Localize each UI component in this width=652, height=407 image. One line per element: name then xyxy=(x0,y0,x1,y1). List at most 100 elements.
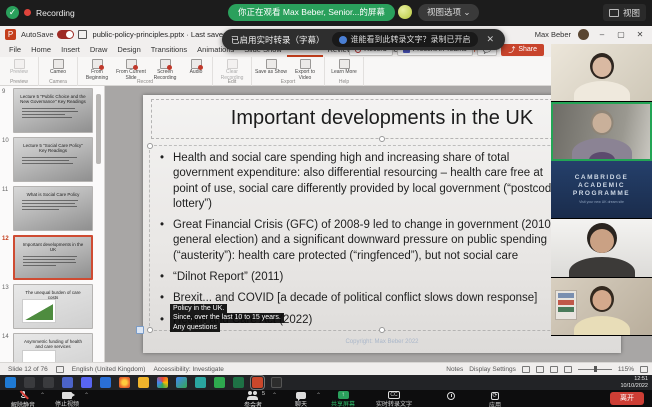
slide-thumbnail-11[interactable]: What is Social Care Policy xyxy=(13,186,93,231)
video-options-chevron-icon[interactable]: ⌃ xyxy=(84,392,89,399)
zoom-percentage[interactable]: 115% xyxy=(618,366,634,373)
slide-thumbnail-12-selected[interactable]: Important developments in the UK xyxy=(13,235,93,280)
person-icon xyxy=(339,36,347,44)
apps-button[interactable]: ⟳ 应用 xyxy=(472,390,518,407)
title-placeholder[interactable]: Important developments in the UK xyxy=(151,99,613,139)
slideshow-view-icon[interactable] xyxy=(564,366,572,373)
zoom-slider[interactable] xyxy=(578,369,612,370)
background-shelf xyxy=(555,290,577,320)
normal-view-icon[interactable] xyxy=(522,366,530,373)
group-label-preview: Preview xyxy=(0,79,38,85)
apps-icon: ⟳ xyxy=(491,392,499,400)
ppt-status-bar: Slide 12 of 76 English (United Kingdom) … xyxy=(0,362,652,375)
display-settings-button[interactable]: Display Settings xyxy=(469,366,516,373)
teams-app-icon[interactable] xyxy=(62,377,73,388)
learn-more-button[interactable]: Learn More xyxy=(328,58,360,76)
excel-app-icon[interactable] xyxy=(233,377,244,388)
search-icon[interactable] xyxy=(24,377,35,388)
reactions-button[interactable] xyxy=(428,390,474,400)
language-indicator[interactable]: English (United Kingdom) xyxy=(72,366,146,373)
from-beginning-button[interactable]: From Beginning xyxy=(81,58,113,82)
file-explorer-icon[interactable] xyxy=(138,377,149,388)
audio-button[interactable]: Audio xyxy=(183,58,209,82)
reading-view-icon[interactable] xyxy=(550,366,558,373)
fit-to-window-icon[interactable] xyxy=(640,366,648,373)
onedrive-app-icon[interactable] xyxy=(100,377,111,388)
maximize-button[interactable]: ▢ xyxy=(615,30,627,39)
save-icon[interactable] xyxy=(78,30,87,39)
chrome-app-icon[interactable] xyxy=(157,377,168,388)
share-screen-button[interactable]: ↑ 共享屏幕 xyxy=(320,390,366,407)
wechat-app-icon[interactable] xyxy=(214,377,225,388)
windows-taskbar: 12:51 10/10/2022 xyxy=(0,375,652,390)
security-shield-icon[interactable]: ✓ xyxy=(6,6,19,19)
firefox-app-icon[interactable] xyxy=(119,377,130,388)
autofit-options-button[interactable] xyxy=(136,326,144,334)
tab-insert[interactable]: Insert xyxy=(56,43,85,57)
resize-handle[interactable] xyxy=(379,136,385,142)
resize-handle[interactable] xyxy=(147,143,153,149)
transcript-question-chip[interactable]: 谁能看到此转录文字？录制已开启 xyxy=(332,32,478,47)
live-transcript-button[interactable]: CC 实时转录文字 xyxy=(366,390,422,407)
chat-button[interactable]: 聊天 ⌃ xyxy=(278,390,324,407)
slide-thumbnail-10[interactable]: Lecture 5 "Social Care Policy" Key Readi… xyxy=(13,137,93,182)
screen-recording-button[interactable]: Screen Recording xyxy=(149,58,181,82)
group-label-help: Help xyxy=(325,79,363,85)
leave-meeting-button[interactable]: 离开 xyxy=(610,392,644,405)
toast-close-icon[interactable]: ✕ xyxy=(485,34,497,45)
from-current-slide-button[interactable]: From Current Slide xyxy=(115,58,147,82)
photos-app-icon[interactable] xyxy=(195,377,206,388)
autosave-toggle[interactable] xyxy=(57,30,74,39)
notes-toggle[interactable]: Notes xyxy=(446,366,463,373)
save-as-show-button[interactable]: Save as Show xyxy=(255,58,287,82)
taskbar-clock[interactable]: 12:51 10/10/2022 xyxy=(620,376,648,389)
tab-design[interactable]: Design xyxy=(112,43,145,57)
powerpoint-app-icon-active[interactable] xyxy=(252,377,263,388)
start-button-icon[interactable] xyxy=(5,377,16,388)
participant-video-2-active-speaker[interactable] xyxy=(551,102,652,160)
current-slide[interactable]: Important developments in the UK Health … xyxy=(143,95,621,353)
view-options-button[interactable]: 视图选项 ⌄ xyxy=(418,4,479,21)
discord-app-icon[interactable] xyxy=(81,377,92,388)
content-placeholder[interactable]: Health and social care spending high and… xyxy=(149,145,615,331)
preview-button[interactable]: Preview xyxy=(3,58,35,76)
slide-sorter-view-icon[interactable] xyxy=(536,366,544,373)
accessibility-checker[interactable]: Accessibility: Investigate xyxy=(153,366,223,373)
gallery-view-button[interactable]: 视图 xyxy=(603,4,646,21)
tab-transitions[interactable]: Transitions xyxy=(146,43,192,57)
close-button[interactable]: ✕ xyxy=(634,30,646,39)
account-avatar[interactable] xyxy=(578,29,589,40)
participants-chevron-icon[interactable]: ⌃ xyxy=(272,392,277,399)
participant-video-3-cambridge-slide[interactable]: CAMBRIDGE ACADEMIC PROGRAMME Visit your … xyxy=(551,161,652,219)
participant-video-4[interactable] xyxy=(551,219,652,277)
group-label-export: Export xyxy=(252,79,324,85)
task-view-icon[interactable] xyxy=(43,377,54,388)
notes-icon[interactable] xyxy=(56,366,64,373)
tab-draw[interactable]: Draw xyxy=(85,43,113,57)
transcript-question-text: 谁能看到此转录文字？录制已开启 xyxy=(351,34,471,45)
account-name[interactable]: Max Beber xyxy=(535,30,571,39)
resize-handle[interactable] xyxy=(147,327,153,333)
slide-thumbnail-panel[interactable]: 9 Lecture 5 "Public Choice and the New G… xyxy=(0,86,105,362)
cameo-button[interactable]: Cameo xyxy=(42,58,74,76)
tab-file[interactable]: File xyxy=(4,43,26,57)
participant-video-1[interactable] xyxy=(551,44,652,102)
google-drive-app-icon[interactable] xyxy=(176,377,187,388)
minimize-button[interactable]: – xyxy=(596,30,608,39)
slide-thumbnail-9[interactable]: Lecture 5 "Public Choice and the New Gov… xyxy=(13,88,93,133)
participants-count: 5 xyxy=(262,391,265,397)
screen: ✓ Recording 你正在观看 Max Beber, Senior...的屏… xyxy=(0,0,652,407)
clear-recording-button[interactable]: Clear Recording xyxy=(216,58,248,82)
participant-video-5[interactable] xyxy=(551,278,652,336)
participants-button[interactable]: 5 参会者 ⌃ xyxy=(230,390,276,407)
zoom-top-bar: ✓ Recording 你正在观看 Max Beber, Senior...的屏… xyxy=(0,0,652,26)
unmute-button[interactable]: 解除静音 ⌃ xyxy=(0,390,46,407)
stop-video-button[interactable]: 停止视频 ⌃ xyxy=(44,390,90,407)
acrobat-app-icon[interactable] xyxy=(271,377,282,388)
share-button[interactable]: ⤴Share xyxy=(501,44,544,56)
slide-thumbnail-13[interactable]: The unequal burden of care costs xyxy=(13,284,93,329)
export-to-video-button[interactable]: Export to Video xyxy=(289,58,321,82)
slide-thumbnail-14[interactable]: Asymmetric funding of health and care se… xyxy=(13,333,93,362)
thumbnail-scrollbar[interactable] xyxy=(96,94,101,164)
tab-home[interactable]: Home xyxy=(26,43,56,57)
